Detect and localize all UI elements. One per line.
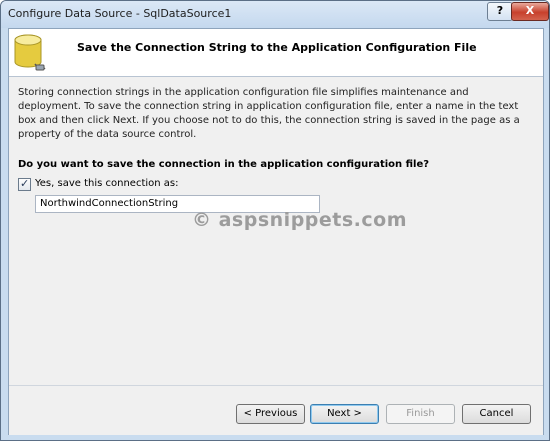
finish-button[interactable]: Finish	[386, 404, 455, 424]
next-button[interactable]: Next >	[310, 404, 379, 424]
previous-button[interactable]: < Previous	[236, 404, 305, 424]
description-text: Storing connection strings in the applic…	[18, 87, 520, 140]
checkmark-icon: ✓	[20, 177, 30, 190]
save-question: Do you want to save the connection in th…	[18, 159, 430, 170]
watermark: © aspsnippets.com	[192, 209, 408, 231]
save-connection-checkbox[interactable]: ✓	[18, 177, 31, 191]
help-button[interactable]: ?	[487, 2, 513, 21]
help-icon: ?	[496, 4, 504, 17]
wizard-header: Save the Connection String to the Applic…	[9, 29, 543, 77]
close-button[interactable]: X	[511, 2, 549, 21]
header-title: Save the Connection String to the Applic…	[77, 41, 477, 54]
save-connection-label[interactable]: Yes, save this connection as:	[35, 178, 179, 189]
wizard-footer: < Previous Next > Finish Cancel	[9, 385, 543, 435]
dialog-client-area: Save the Connection String to the Applic…	[8, 28, 544, 435]
database-connection-icon	[14, 34, 46, 71]
configure-data-source-dialog: Configure Data Source - SqlDataSource1 ?…	[0, 0, 550, 441]
window-title: Configure Data Source - SqlDataSource1	[8, 7, 232, 20]
wizard-body: Storing connection strings in the applic…	[9, 77, 543, 385]
title-bar[interactable]: Configure Data Source - SqlDataSource1 ?…	[1, 1, 549, 28]
close-icon: X	[525, 4, 535, 17]
cancel-button[interactable]: Cancel	[462, 404, 531, 424]
